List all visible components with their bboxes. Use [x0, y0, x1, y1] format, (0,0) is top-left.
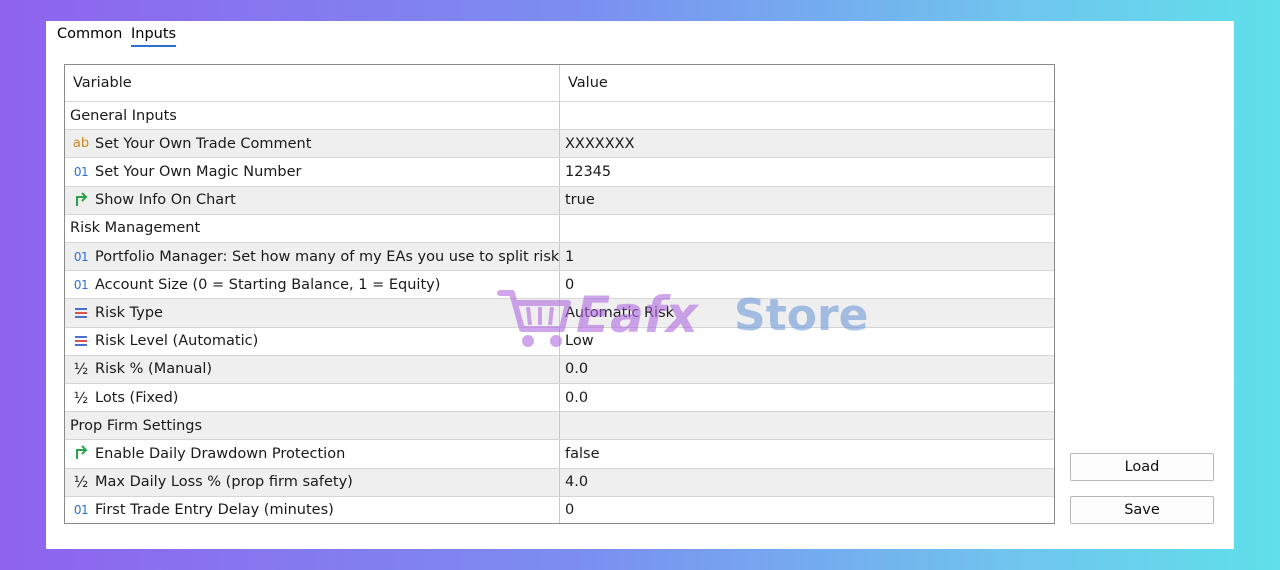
- section-row[interactable]: Risk Management: [65, 213, 1054, 242]
- variable-label: Max Daily Loss % (prop firm safety): [95, 474, 353, 491]
- table-row[interactable]: ½ Lots (Fixed) 0.0: [65, 383, 1054, 412]
- table-row[interactable]: Risk Type Automatic Risk: [65, 298, 1054, 327]
- variable-label: First Trade Entry Delay (minutes): [95, 502, 334, 519]
- integer-01-icon: 01: [73, 164, 89, 179]
- value-cell: [559, 214, 1054, 242]
- section-title: Risk Management: [65, 215, 559, 242]
- table-row[interactable]: 01 First Trade Entry Delay (minutes) 0: [65, 495, 1054, 523]
- variable-label: Show Info On Chart: [95, 192, 236, 209]
- tab-bar: Common Inputs: [46, 21, 1234, 61]
- value-cell[interactable]: false: [559, 440, 1054, 468]
- variable-label: Risk % (Manual): [95, 361, 213, 378]
- inputs-dialog: Common Inputs Variable Value General Inp…: [46, 21, 1234, 549]
- variable-cell: Risk Level (Automatic): [65, 328, 559, 355]
- variable-cell: 01 Set Your Own Magic Number: [65, 158, 559, 185]
- value-cell[interactable]: 12345: [559, 158, 1054, 186]
- variable-label: General Inputs: [70, 107, 177, 124]
- value-cell[interactable]: 0: [559, 271, 1054, 299]
- value-cell[interactable]: true: [559, 186, 1054, 214]
- variable-label: Enable Daily Drawdown Protection: [95, 445, 346, 462]
- table-row[interactable]: 01 Portfolio Manager: Set how many of my …: [65, 242, 1054, 271]
- value-cell[interactable]: 0.0: [559, 355, 1054, 383]
- section-title: Prop Firm Settings: [65, 412, 559, 439]
- integer-01-icon: 01: [73, 277, 89, 292]
- variable-cell: Show Info On Chart: [65, 187, 559, 214]
- table-row[interactable]: ½ Risk % (Manual) 0.0: [65, 354, 1054, 383]
- value-cell[interactable]: 1: [559, 243, 1054, 271]
- variable-cell: 01 First Trade Entry Delay (minutes): [65, 497, 559, 523]
- variable-label: Set Your Own Magic Number: [95, 163, 302, 180]
- variable-label: Risk Level (Automatic): [95, 333, 259, 350]
- variable-cell: Risk Type: [65, 299, 559, 326]
- variable-cell: ½ Lots (Fixed): [65, 384, 559, 411]
- integer-01-icon: 01: [73, 249, 89, 264]
- variable-cell: 01 Account Size (0 = Starting Balance, 1 …: [65, 271, 559, 298]
- variable-cell: Enable Daily Drawdown Protection: [65, 440, 559, 467]
- tab-common[interactable]: Common: [57, 26, 122, 45]
- table-row[interactable]: 01 Set Your Own Magic Number 12345: [65, 157, 1054, 186]
- load-button[interactable]: Load: [1070, 453, 1214, 481]
- variable-cell: ab Set Your Own Trade Comment: [65, 130, 559, 157]
- table-row[interactable]: Enable Daily Drawdown Protection false: [65, 439, 1054, 468]
- table-row[interactable]: Risk Level (Automatic) Low: [65, 326, 1054, 355]
- table-header: Variable Value: [65, 65, 1054, 101]
- section-row[interactable]: Prop Firm Settings: [65, 411, 1054, 440]
- value-cell[interactable]: 0.0: [559, 384, 1054, 412]
- variable-label: Lots (Fixed): [95, 389, 179, 406]
- table-row[interactable]: ½ Max Daily Loss % (prop firm safety) 4.0: [65, 467, 1054, 496]
- section-row[interactable]: General Inputs: [65, 101, 1054, 130]
- boolean-arrow-icon: [70, 191, 92, 210]
- double-half-icon: ½: [73, 473, 89, 492]
- variable-label: Portfolio Manager: Set how many of my EA…: [95, 248, 560, 265]
- tab-inputs[interactable]: Inputs: [131, 26, 177, 47]
- column-header-variable[interactable]: Variable: [65, 65, 559, 101]
- value-cell[interactable]: 4.0: [559, 468, 1054, 496]
- table-row[interactable]: Show Info On Chart true: [65, 185, 1054, 214]
- table-row[interactable]: 01 Account Size (0 = Starting Balance, 1 …: [65, 270, 1054, 299]
- variable-label: Risk Type: [95, 304, 163, 321]
- variable-cell: ½ Risk % (Manual): [65, 356, 559, 383]
- variable-cell: 01 Portfolio Manager: Set how many of my …: [65, 243, 559, 270]
- save-button[interactable]: Save: [1070, 496, 1214, 524]
- value-cell[interactable]: Automatic Risk: [559, 299, 1054, 327]
- variable-label: Account Size (0 = Starting Balance, 1 = …: [95, 276, 441, 293]
- column-header-value[interactable]: Value: [559, 65, 1054, 101]
- integer-01-icon: 01: [73, 503, 89, 518]
- enum-list-icon: [70, 306, 92, 320]
- double-half-icon: ½: [73, 388, 89, 407]
- value-cell[interactable]: 0: [559, 496, 1054, 523]
- double-half-icon: ½: [73, 360, 89, 379]
- value-cell[interactable]: Low: [559, 327, 1054, 355]
- value-cell[interactable]: XXXXXXX: [559, 130, 1054, 158]
- variable-label: Risk Management: [70, 220, 201, 237]
- inputs-table: Variable Value General Inputs ab Set Your …: [64, 64, 1055, 524]
- variable-cell: ½ Max Daily Loss % (prop firm safety): [65, 469, 559, 496]
- variable-label: Set Your Own Trade Comment: [95, 135, 312, 152]
- section-title: General Inputs: [65, 102, 559, 129]
- value-cell: [559, 102, 1054, 130]
- string-ab-icon: ab: [72, 136, 90, 152]
- variable-label: Prop Firm Settings: [70, 417, 203, 434]
- boolean-arrow-icon: [70, 444, 92, 463]
- enum-list-icon: [70, 334, 92, 348]
- table-row[interactable]: ab Set Your Own Trade Comment XXXXXXX: [65, 129, 1054, 158]
- value-cell: [559, 412, 1054, 440]
